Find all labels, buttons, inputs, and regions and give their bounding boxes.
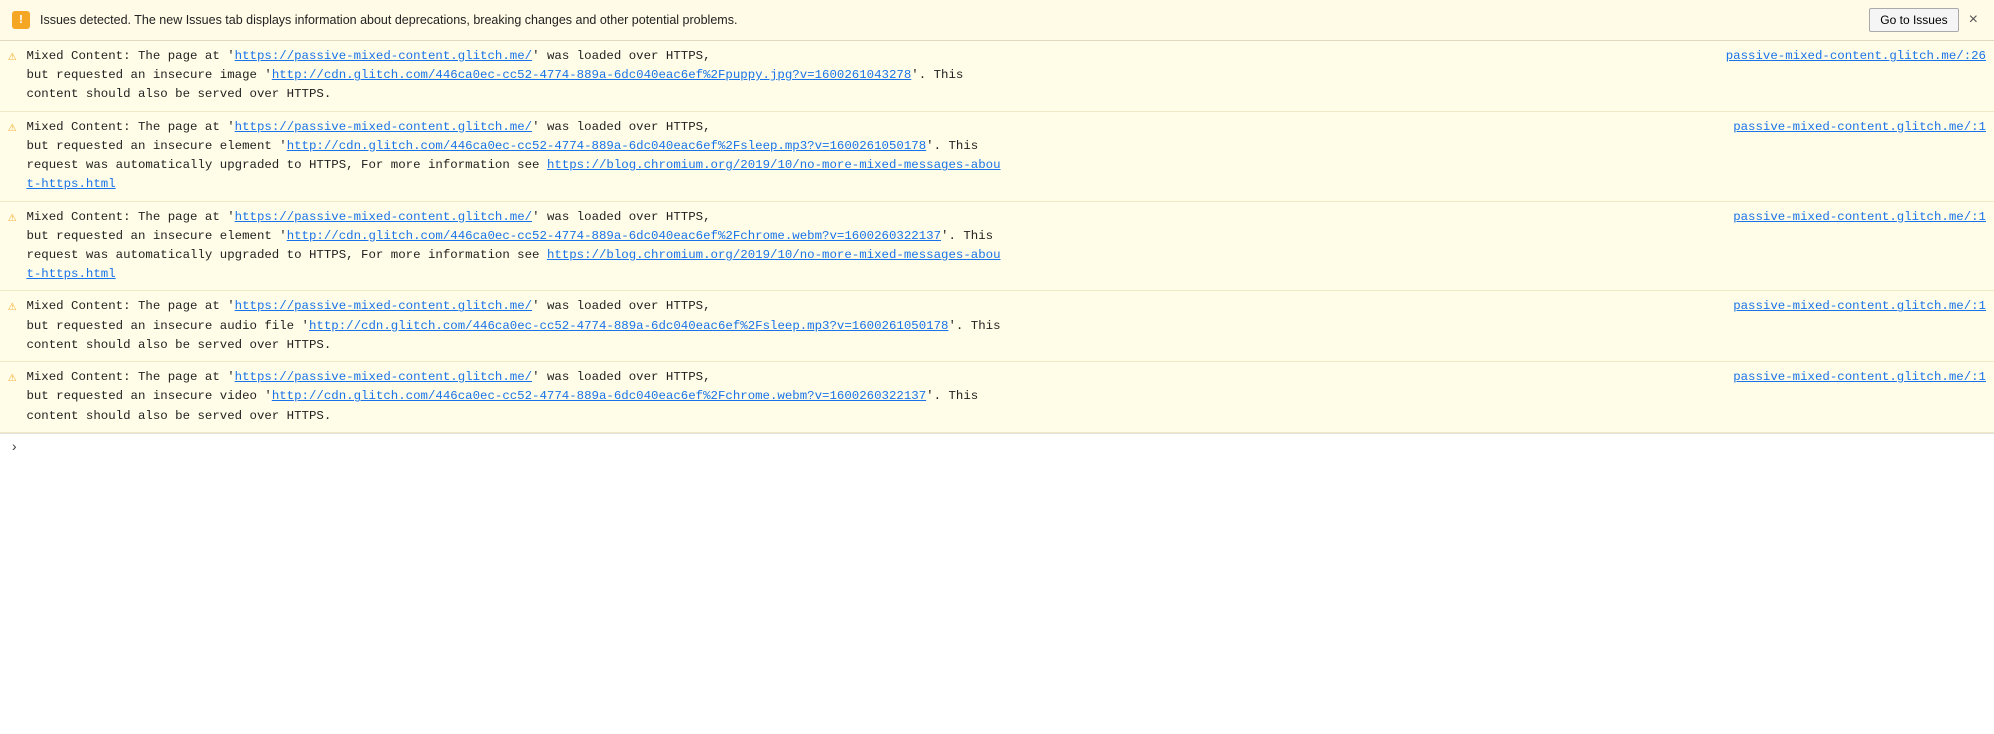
message-content-3: passive-mixed-content.glitch.me/:1 Mixed…: [26, 208, 1986, 285]
go-to-issues-button[interactable]: Go to Issues: [1869, 8, 1958, 32]
console-message-4: ⚠ passive-mixed-content.glitch.me/:1 Mix…: [0, 291, 1994, 362]
resource-url-5[interactable]: http://cdn.glitch.com/446ca0ec-cc52-4774…: [272, 389, 926, 403]
page-url-3[interactable]: https://passive-mixed-content.glitch.me/: [235, 210, 532, 224]
warning-banner-icon: !: [12, 11, 30, 29]
warning-icon-5: ⚠: [8, 369, 16, 386]
issues-banner: ! Issues detected. The new Issues tab di…: [0, 0, 1994, 41]
source-link-2[interactable]: passive-mixed-content.glitch.me/:1: [1733, 118, 1986, 137]
console-message-2: ⚠ passive-mixed-content.glitch.me/:1 Mix…: [0, 112, 1994, 202]
source-link-3[interactable]: passive-mixed-content.glitch.me/:1: [1733, 208, 1986, 227]
console-prompt-chevron[interactable]: ›: [10, 440, 18, 456]
extra-link-2[interactable]: https://blog.chromium.org/2019/10/no-mor…: [26, 158, 1000, 191]
console-message-1: ⚠ passive-mixed-content.glitch.me/:26 Mi…: [0, 41, 1994, 112]
message-content-1: passive-mixed-content.glitch.me/:26 Mixe…: [26, 47, 1986, 105]
resource-url-4[interactable]: http://cdn.glitch.com/446ca0ec-cc52-4774…: [309, 319, 948, 333]
console-message-5: ⚠ passive-mixed-content.glitch.me/:1 Mix…: [0, 362, 1994, 433]
banner-left: ! Issues detected. The new Issues tab di…: [12, 11, 737, 29]
bottom-bar: ›: [0, 433, 1994, 462]
resource-url-2[interactable]: http://cdn.glitch.com/446ca0ec-cc52-4774…: [287, 139, 926, 153]
warning-icon-3: ⚠: [8, 209, 16, 226]
source-link-5[interactable]: passive-mixed-content.glitch.me/:1: [1733, 368, 1986, 387]
banner-text: Issues detected. The new Issues tab disp…: [40, 13, 737, 27]
source-link-1[interactable]: passive-mixed-content.glitch.me/:26: [1726, 47, 1986, 66]
message-content-4: passive-mixed-content.glitch.me/:1 Mixed…: [26, 297, 1986, 355]
warning-icon-4: ⚠: [8, 298, 16, 315]
warning-icon-1: ⚠: [8, 48, 16, 65]
warning-icon-2: ⚠: [8, 119, 16, 136]
console-body: ⚠ passive-mixed-content.glitch.me/:26 Mi…: [0, 41, 1994, 433]
message-content-5: passive-mixed-content.glitch.me/:1 Mixed…: [26, 368, 1986, 426]
close-banner-button[interactable]: ×: [1965, 11, 1982, 29]
resource-url-1[interactable]: http://cdn.glitch.com/446ca0ec-cc52-4774…: [272, 68, 911, 82]
source-link-4[interactable]: passive-mixed-content.glitch.me/:1: [1733, 297, 1986, 316]
page-url-5[interactable]: https://passive-mixed-content.glitch.me/: [235, 370, 532, 384]
page-url-1[interactable]: https://passive-mixed-content.glitch.me/: [235, 49, 532, 63]
console-message-3: ⚠ passive-mixed-content.glitch.me/:1 Mix…: [0, 202, 1994, 292]
message-content-2: passive-mixed-content.glitch.me/:1 Mixed…: [26, 118, 1986, 195]
page-url-2[interactable]: https://passive-mixed-content.glitch.me/: [235, 120, 532, 134]
resource-url-3[interactable]: http://cdn.glitch.com/446ca0ec-cc52-4774…: [287, 229, 941, 243]
extra-link-3[interactable]: https://blog.chromium.org/2019/10/no-mor…: [26, 248, 1000, 281]
page-url-4[interactable]: https://passive-mixed-content.glitch.me/: [235, 299, 532, 313]
